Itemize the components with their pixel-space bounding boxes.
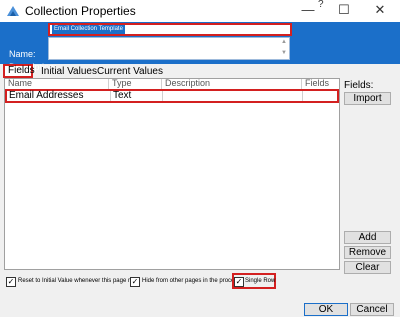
tab-initial-values[interactable]: Initial Values xyxy=(38,65,100,78)
scroll-up-icon[interactable]: ▲ xyxy=(281,39,287,45)
reset-checkbox[interactable]: ✓ xyxy=(6,277,16,287)
column-header-type[interactable]: Type xyxy=(112,79,132,88)
scroll-down-icon[interactable]: ▼ xyxy=(281,50,287,56)
add-button[interactable]: Add xyxy=(344,231,391,244)
name-input[interactable]: Email Collection Template xyxy=(48,23,292,36)
clear-button[interactable]: Clear xyxy=(344,261,391,274)
cancel-button[interactable]: Cancel xyxy=(350,303,394,316)
cell-divider xyxy=(162,91,163,101)
remove-button[interactable]: Remove xyxy=(344,246,391,259)
import-button[interactable]: Import xyxy=(344,92,391,105)
checkmark-icon: ✓ xyxy=(131,277,139,286)
checkmark-icon: ✓ xyxy=(235,277,243,286)
hide-label: Hide from other pages in the process xyxy=(142,278,241,284)
name-input-value: Email Collection Template xyxy=(52,25,125,34)
tab-fields[interactable]: Fields xyxy=(3,64,35,78)
fields-grid[interactable]: Name Type Description Fields Email Addre… xyxy=(4,78,340,270)
title-bar: Collection Properties ? — ☐ ✕ xyxy=(0,0,400,22)
hide-checkbox[interactable]: ✓ xyxy=(130,277,140,287)
maximize-button[interactable]: ☐ xyxy=(326,0,362,22)
single-row-label: Single Row xyxy=(245,278,276,284)
cell-divider xyxy=(302,91,303,101)
description-input[interactable]: ▲ ▼ xyxy=(48,37,290,60)
table-row[interactable]: Email Addresses Text xyxy=(5,89,339,103)
fields-side-label: Fields: xyxy=(344,80,374,91)
name-label: Name: xyxy=(9,49,36,59)
column-header-fields[interactable]: Fields xyxy=(305,79,329,88)
reset-label: Reset to Initial Value whenever this pag… xyxy=(18,278,140,284)
checkmark-icon: ✓ xyxy=(7,277,15,286)
single-row-checkbox[interactable]: ✓ xyxy=(234,277,244,287)
tab-strip: Fields Initial Values Current Values xyxy=(0,64,400,78)
close-button[interactable]: ✕ xyxy=(362,0,398,22)
tab-current-values[interactable]: Current Values xyxy=(94,65,166,78)
cell-type[interactable]: Text xyxy=(113,91,131,101)
collection-icon xyxy=(7,6,19,16)
ok-button[interactable]: OK xyxy=(304,303,348,316)
column-header-name[interactable]: Name xyxy=(8,79,32,88)
minimize-button[interactable]: — xyxy=(290,0,326,22)
column-header-description[interactable]: Description xyxy=(165,79,210,88)
cell-name[interactable]: Email Addresses xyxy=(9,91,83,101)
window-title: Collection Properties xyxy=(25,4,136,18)
cell-divider xyxy=(110,91,111,101)
